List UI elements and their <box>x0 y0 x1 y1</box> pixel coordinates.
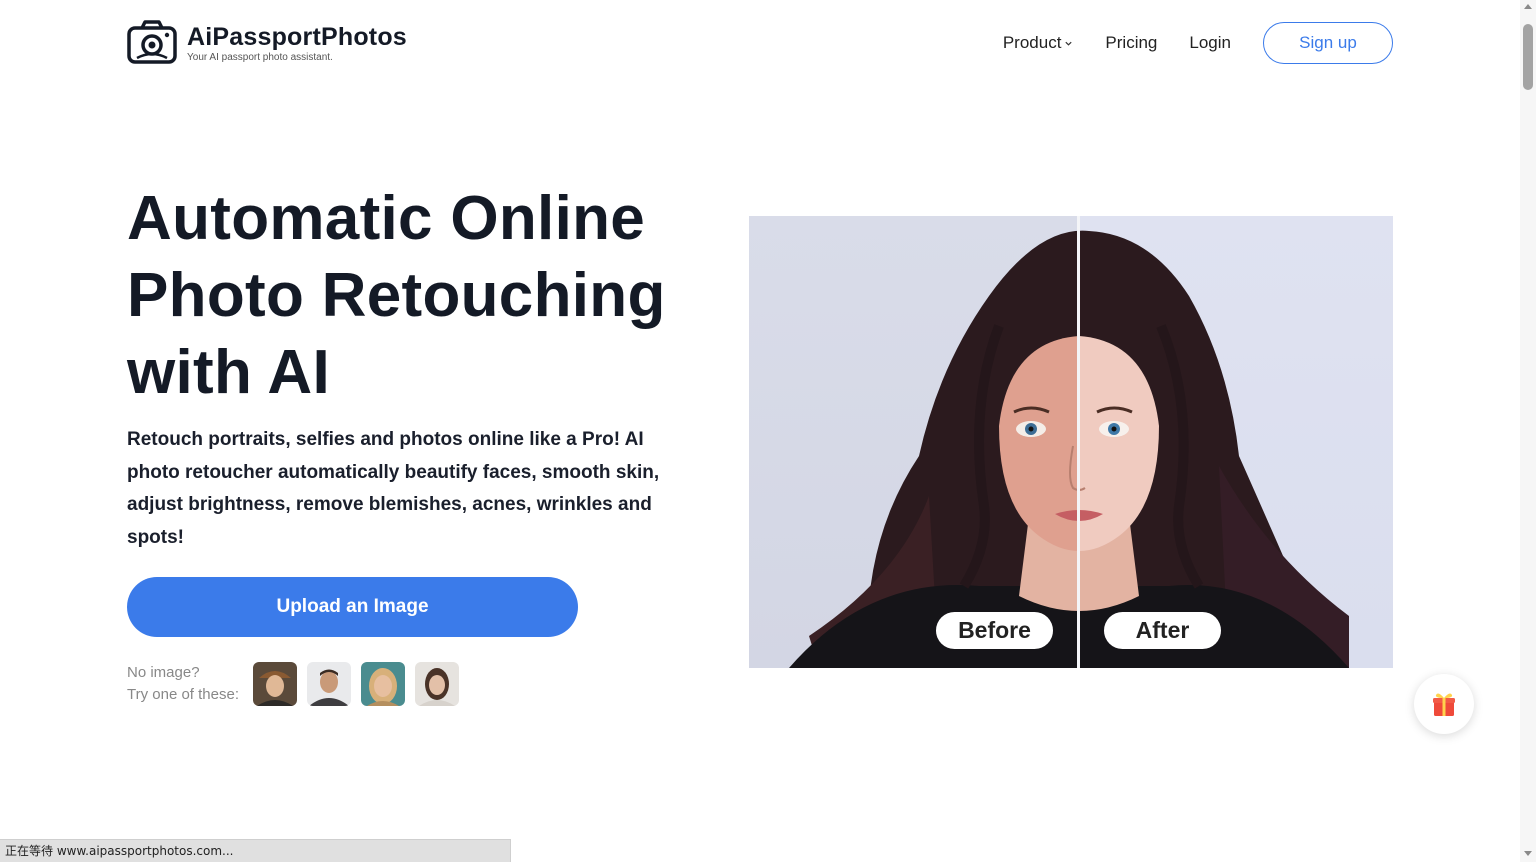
sample-label-line-2: Try one of these: <box>127 686 240 703</box>
signup-button[interactable]: Sign up <box>1263 22 1393 64</box>
nav-login-link[interactable]: Login <box>1189 33 1231 53</box>
gift-icon <box>1433 693 1455 716</box>
brand-logo[interactable]: AiPassportPhotos Your AI passport photo … <box>127 20 407 64</box>
after-label: After <box>1104 612 1221 649</box>
sample-thumbnails <box>253 662 469 706</box>
nav-pricing-link[interactable]: Pricing <box>1105 33 1157 53</box>
hero-description: Retouch portraits, selfies and photos on… <box>127 429 660 548</box>
sample-images: No image? Try one of these: <box>127 662 469 706</box>
before-after-comparison[interactable]: Before After <box>749 216 1393 668</box>
site-header: AiPassportPhotos Your AI passport photo … <box>0 0 1520 90</box>
brand-name: AiPassportPhotos <box>187 23 407 51</box>
sample-photo-woman-brunette <box>415 662 459 706</box>
gift-button[interactable] <box>1414 674 1474 734</box>
retouch-comparison-photo <box>749 216 1393 668</box>
sample-thumbnail[interactable] <box>415 662 459 706</box>
hero-title-line-2: Photo Retouching <box>127 261 666 330</box>
nav-product-label: Product <box>1002 33 1062 52</box>
sample-thumbnail[interactable] <box>361 662 405 706</box>
hero-title: Automatic Online Photo Retouching with A… <box>127 180 727 411</box>
brand-text: AiPassportPhotos Your AI passport photo … <box>187 21 407 63</box>
sample-photo-man <box>307 662 351 706</box>
nav-product-menu[interactable]: Product <box>1003 33 1074 53</box>
sample-thumbnail[interactable] <box>307 662 351 706</box>
sample-thumbnail[interactable] <box>253 662 297 706</box>
chevron-down-icon <box>1065 41 1073 46</box>
sample-images-label: No image? Try one of these: <box>127 662 253 706</box>
scroll-down-arrow-icon[interactable] <box>1524 851 1532 856</box>
upload-image-button[interactable]: Upload an Image <box>127 577 578 637</box>
camera-icon <box>127 20 177 64</box>
main-nav: Product Pricing Login Sign up <box>1003 22 1393 64</box>
browser-status-bar: 正在等待 www.aipassportphotos.com... <box>0 839 511 862</box>
sample-label-line-1: No image? <box>127 664 200 681</box>
brand-tagline: Your AI passport photo assistant. <box>187 52 333 63</box>
page-scrollbar[interactable] <box>1520 0 1536 862</box>
scrollbar-thumb[interactable] <box>1523 24 1533 90</box>
scroll-up-arrow-icon[interactable] <box>1524 4 1532 9</box>
hero-title-line-1: Automatic Online <box>127 184 646 253</box>
hero-title-line-3: with AI <box>127 338 330 407</box>
before-label: Before <box>936 612 1053 649</box>
sample-photo-woman-blonde <box>361 662 405 706</box>
comparison-divider[interactable] <box>1077 216 1080 668</box>
sample-photo-woman-hat <box>253 662 297 706</box>
